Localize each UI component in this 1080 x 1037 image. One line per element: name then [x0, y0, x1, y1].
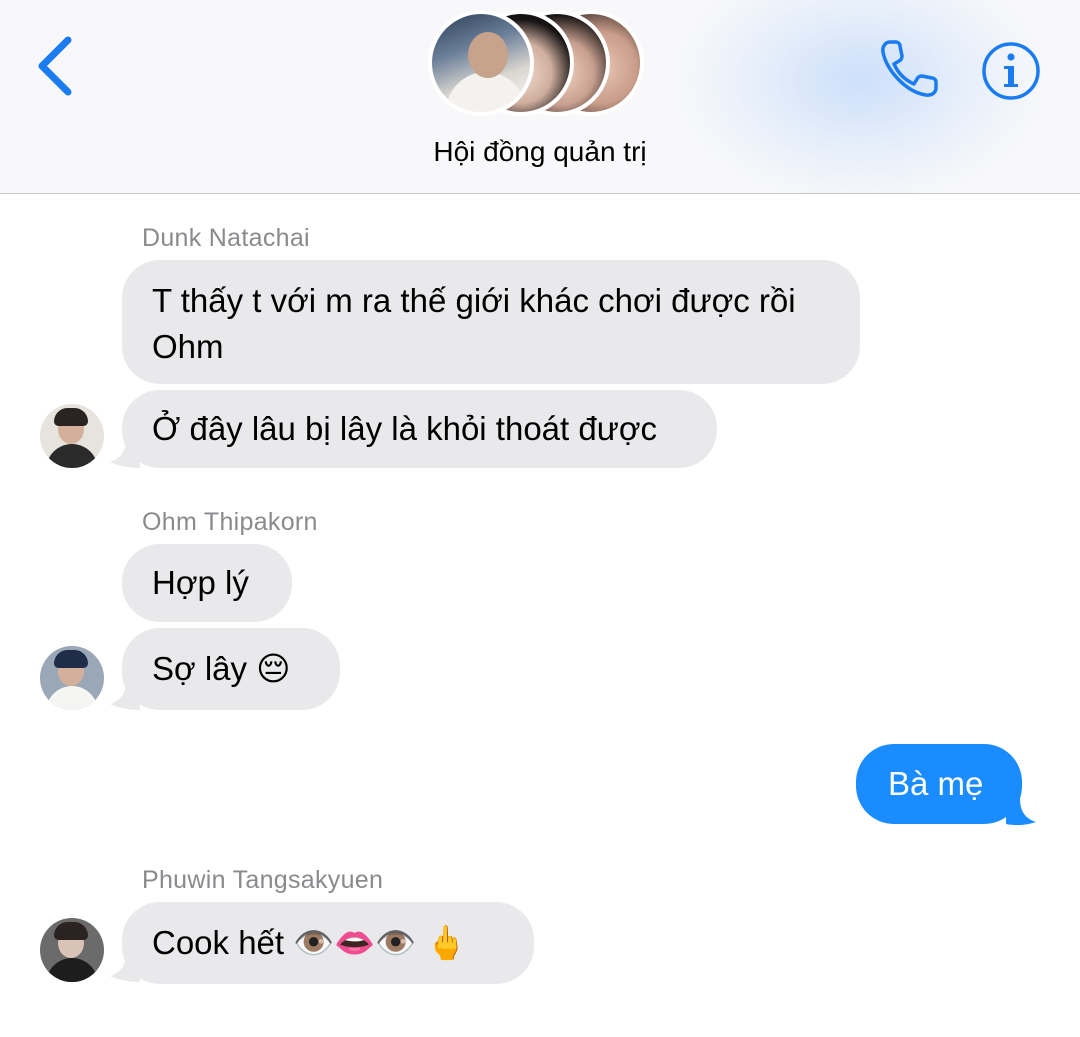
sender-name: Dunk Natachai — [142, 224, 310, 252]
avatar[interactable] — [40, 404, 104, 468]
chevron-left-icon — [38, 36, 72, 96]
message-text: Sợ lây 😔 — [152, 650, 291, 687]
call-button[interactable] — [876, 36, 944, 102]
bubble-tail — [1006, 798, 1036, 826]
back-button[interactable] — [34, 34, 78, 98]
message-bubble[interactable]: Ở đây lâu bị lây là khỏi thoát được — [122, 390, 717, 468]
message-text: Cook hết 👁️👄👁️ 🖕 — [152, 924, 467, 961]
info-icon — [982, 42, 1040, 100]
sender-name: Phuwin Tangsakyuen — [142, 866, 384, 894]
message-bubble[interactable]: Sợ lây 😔 — [122, 628, 340, 710]
avatar[interactable] — [40, 918, 104, 982]
message-bubble[interactable]: T thấy t với m ra thế giới khác chơi đượ… — [122, 260, 860, 384]
group-title[interactable]: Hội đồng quản trị — [0, 136, 1080, 168]
sender-name: Ohm Thipakorn — [142, 508, 318, 536]
phone-icon — [881, 40, 938, 97]
group-member-avatar — [428, 10, 534, 116]
message-bubble[interactable]: Hợp lý — [122, 544, 292, 622]
group-avatar-stack[interactable] — [422, 4, 658, 118]
message-bubble[interactable]: Cook hết 👁️👄👁️ 🖕 — [122, 902, 534, 984]
outgoing-message-bubble[interactable]: Bà mẹ — [856, 744, 1022, 824]
avatar[interactable] — [40, 646, 104, 710]
chat-header: Hội đồng quản trị — [0, 0, 1080, 194]
info-button[interactable] — [980, 40, 1042, 102]
